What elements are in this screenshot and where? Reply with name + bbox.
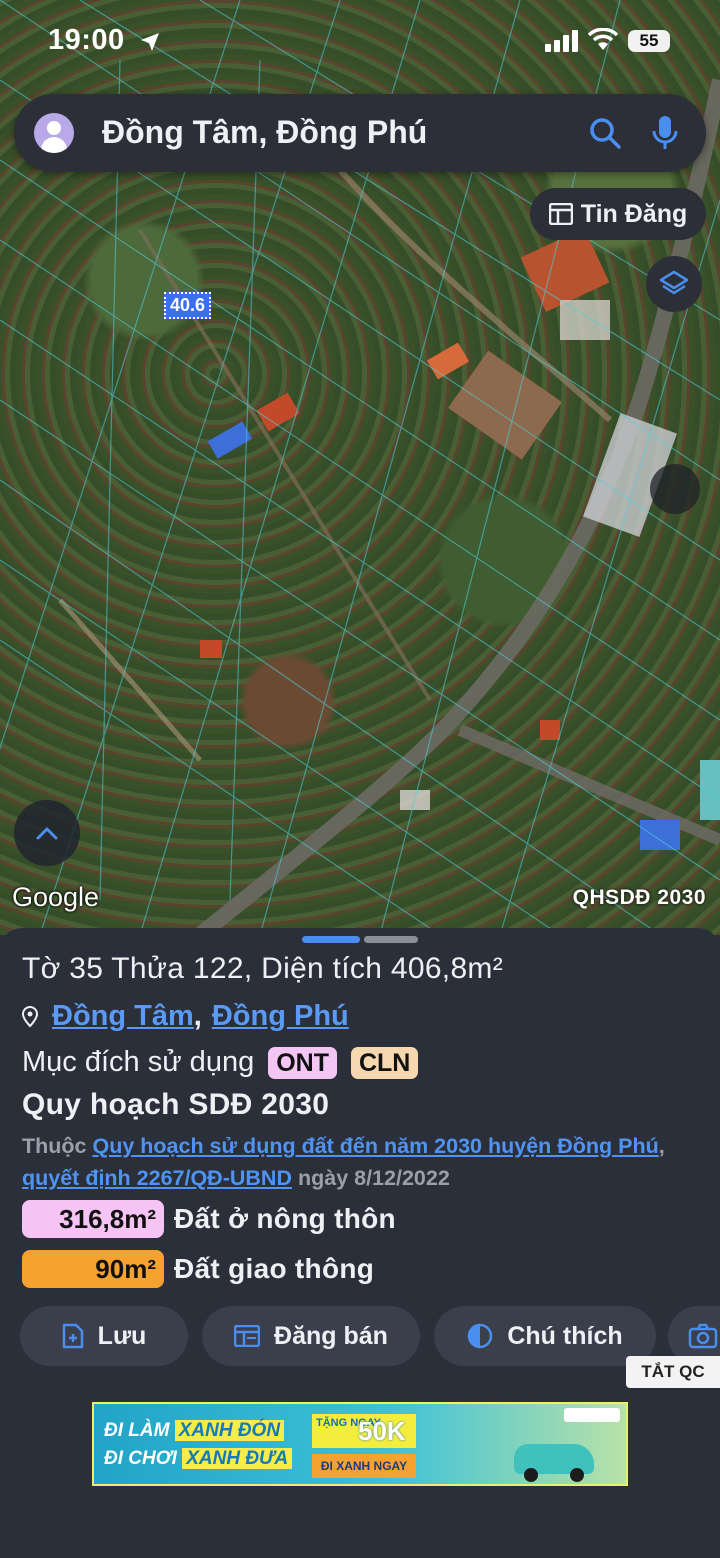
area-label: Đất giao thông [174, 1253, 375, 1284]
cellular-signal-icon [545, 30, 578, 52]
location-pin-icon [22, 1005, 38, 1027]
listing-icon [234, 1325, 261, 1347]
side-handle[interactable] [650, 464, 700, 514]
ad-cta-button[interactable]: ĐI XANH NGAY [312, 1454, 416, 1478]
belongs-prefix: Thuộc [22, 1134, 87, 1158]
car-illustration [514, 1444, 594, 1482]
plan-layer-label: QHSDĐ 2030 [572, 886, 706, 909]
decision-link[interactable]: quyết định 2267/QĐ-UBND [22, 1166, 292, 1190]
parcel-info-sheet: Tờ 35 Thửa 122, Diện tích 406,8m² Đồng T… [0, 928, 720, 1558]
add-file-icon [62, 1323, 83, 1349]
area-label: Đất ở nông thôn [174, 1203, 396, 1234]
plan-link[interactable]: Quy hoạch sử dụng đất đến năm 2030 huyện… [92, 1134, 658, 1158]
decision-date: ngày 8/12/2022 [297, 1166, 450, 1190]
expand-button[interactable] [14, 800, 80, 866]
close-ad-button[interactable]: TẮT QC [626, 1356, 720, 1388]
sheet-page-indicator-active[interactable] [302, 936, 360, 943]
microphone-icon[interactable] [651, 114, 679, 152]
listing-icon [548, 203, 573, 225]
land-use-purpose: Mục đích sử dụng ONT CLN [22, 1046, 419, 1079]
ad-promo: TẶNG NGAY 50K [312, 1414, 416, 1448]
purpose-badge-ont: ONT [268, 1046, 337, 1079]
post-sale-button-label: Đăng bán [274, 1321, 388, 1350]
listings-button[interactable]: Tin Đăng [530, 188, 706, 240]
sheet-page-indicator[interactable] [364, 936, 418, 943]
area-row: 90m² Đất giao thông [22, 1250, 374, 1288]
battery-indicator: 55 [628, 30, 670, 52]
save-button-label: Lưu [97, 1321, 147, 1350]
search-icon[interactable] [588, 116, 622, 150]
plan-title: Quy hoạch SDĐ 2030 [22, 1088, 330, 1121]
ad-line-1: ĐI LÀM XANH ĐÓN [104, 1420, 285, 1442]
area-value: 316,8m² [22, 1200, 164, 1238]
purpose-label: Mục đích sử dụng [22, 1046, 255, 1078]
search-bar[interactable]: Đồng Tâm, Đồng Phú [14, 94, 706, 172]
wifi-icon [588, 28, 618, 50]
parcel-number-label[interactable]: 40.6 [164, 292, 212, 319]
action-bar: Lưu Đăng bán Chú thích [20, 1306, 720, 1368]
search-query[interactable]: Đồng Tâm, Đồng Phú [102, 114, 427, 151]
layers-icon [659, 270, 689, 295]
parcel-location: Đồng Tâm , Đồng Phú [22, 1000, 349, 1033]
area-value: 90m² [22, 1250, 164, 1288]
post-sale-button[interactable]: Đăng bán [202, 1306, 420, 1366]
purpose-badge-cln: CLN [350, 1046, 419, 1079]
contrast-icon [468, 1323, 493, 1349]
commune-link[interactable]: Đồng Tâm [52, 1000, 194, 1033]
camera-icon [688, 1323, 718, 1349]
status-bar: 19:00 55 [0, 0, 720, 84]
parcel-title: Tờ 35 Thửa 122, Diện tích 406,8m² [22, 952, 504, 985]
location-separator: , [193, 1000, 202, 1032]
chevron-up-icon [36, 827, 58, 840]
ad-line-2: ĐI CHƠI XANH ĐƯA [104, 1448, 293, 1470]
status-time: 19:00 [48, 24, 125, 56]
satellite-map[interactable]: 40.6 19:00 55 Đồng Tâm, Đồng Phú Tin Đăn… [0, 0, 720, 935]
location-arrow-icon [141, 33, 159, 51]
area-row: 316,8m² Đất ở nông thôn [22, 1200, 396, 1238]
district-link[interactable]: Đồng Phú [212, 1000, 349, 1033]
listings-button-label: Tin Đăng [580, 199, 688, 228]
google-logo: Google [12, 882, 100, 912]
legend-button-label: Chú thích [507, 1321, 623, 1350]
save-button[interactable]: Lưu [20, 1306, 188, 1366]
legend-button[interactable]: Chú thích [434, 1306, 656, 1366]
map-layers-button[interactable] [646, 256, 702, 312]
plan-source: Thuộc Quy hoạch sử dụng đất đến năm 2030… [22, 1134, 665, 1190]
brand-logo [564, 1408, 620, 1422]
avatar[interactable] [34, 113, 74, 153]
ad-banner[interactable]: ĐI LÀM XANH ĐÓN ĐI CHƠI XANH ĐƯA TẶNG NG… [92, 1402, 628, 1486]
